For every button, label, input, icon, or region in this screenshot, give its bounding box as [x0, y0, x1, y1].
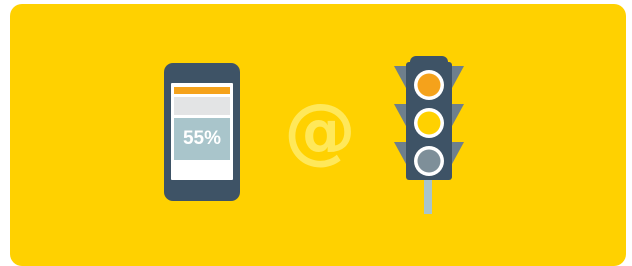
- screen-placeholder-bar: [174, 97, 230, 115]
- percentage-label: 55%: [174, 118, 230, 160]
- phone-screen: 55%: [171, 83, 233, 180]
- flap-left-1: [394, 66, 406, 88]
- flap-left-3: [394, 142, 406, 164]
- flap-right-1: [452, 66, 464, 88]
- flap-right-3: [452, 142, 464, 164]
- smartphone-icon: 55%: [164, 63, 240, 201]
- yellow-card: 55% @: [10, 4, 626, 266]
- flap-right-2: [452, 104, 464, 126]
- light-grey: [417, 149, 441, 173]
- screen-header-bar: [174, 87, 230, 94]
- traffic-light-icon: [394, 56, 464, 214]
- light-yellow: [417, 111, 441, 135]
- at-sign-icon: @: [284, 88, 356, 172]
- flap-left-2: [394, 104, 406, 126]
- light-orange: [417, 73, 441, 97]
